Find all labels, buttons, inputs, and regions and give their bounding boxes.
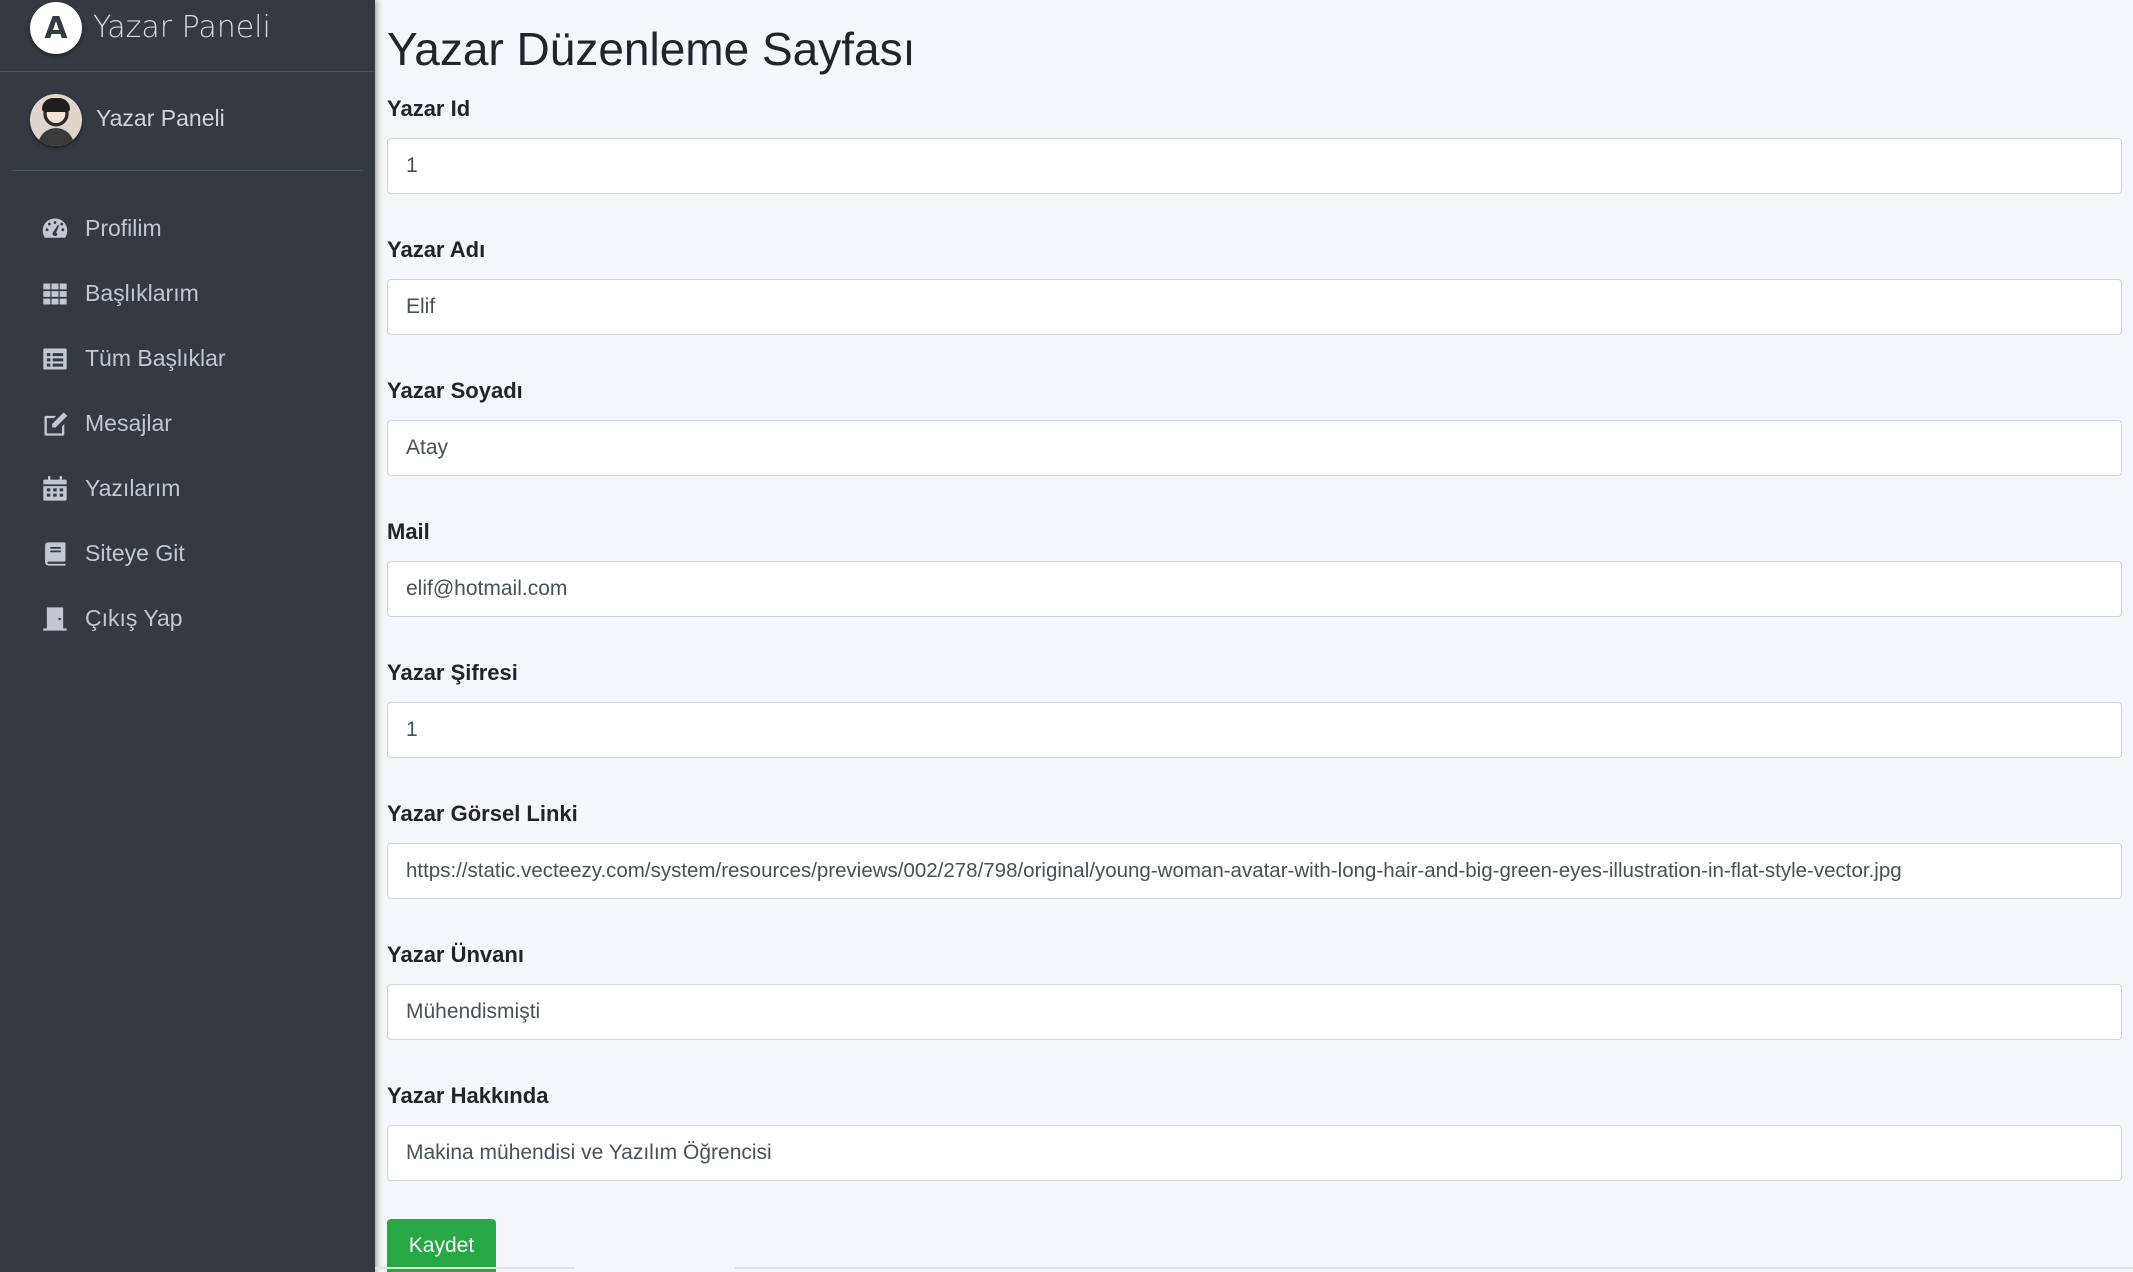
page: A Yazar Paneli Yazar Paneli Profilim Baş…: [0, 0, 2133, 1272]
mail-input[interactable]: [387, 561, 2122, 617]
grid-icon: [40, 279, 70, 309]
book-icon: [40, 539, 70, 569]
list-icon: [40, 344, 70, 374]
sidebar-item-basliklarim[interactable]: Başlıklarım: [0, 261, 375, 326]
calendar-icon: [40, 474, 70, 504]
sidebar-item-yazilarim[interactable]: Yazılarım: [0, 456, 375, 521]
edit-icon: [40, 409, 70, 439]
field-label: Yazar Soyadı: [387, 378, 523, 403]
sidebar-item-label: Tüm Başlıklar: [85, 345, 226, 371]
user-panel: Yazar Paneli: [12, 72, 363, 171]
sidebar-item-label: Başlıklarım: [85, 280, 199, 306]
field-label: Yazar Görsel Linki: [387, 801, 578, 826]
divider: [375, 1267, 575, 1269]
field-mail: Mail: [387, 519, 2122, 617]
sidebar-item-profilim[interactable]: Profilim: [0, 196, 375, 261]
tachometer-icon: [40, 214, 70, 244]
field-label: Yazar Ünvanı: [387, 942, 524, 967]
brand-logo: A: [30, 2, 82, 54]
sidebar-item-siteye-git[interactable]: Siteye Git: [0, 521, 375, 586]
brand-link[interactable]: A Yazar Paneli: [0, 0, 375, 72]
divider: [735, 1267, 2133, 1269]
save-button[interactable]: Kaydet: [387, 1219, 496, 1272]
brand-logo-letter: A: [44, 10, 68, 46]
field-label: Mail: [387, 519, 430, 544]
field-yazar-gorsel-linki: Yazar Görsel Linki: [387, 801, 2122, 899]
yazar-gorsel-linki-input[interactable]: [387, 843, 2122, 899]
sidebar-nav: Profilim Başlıklarım Tüm Başlıklar Mesaj…: [0, 196, 375, 651]
sidebar-item-label: Mesajlar: [85, 410, 172, 436]
main-content: Yazar Düzenleme Sayfası Yazar Id Yazar A…: [375, 0, 2133, 1272]
field-yazar-adi: Yazar Adı: [387, 237, 2122, 335]
yazar-sifresi-input[interactable]: [387, 702, 2122, 758]
yazar-soyadi-input[interactable]: [387, 420, 2122, 476]
yazar-unvani-input[interactable]: [387, 984, 2122, 1040]
brand-title: Yazar Paneli: [93, 10, 271, 45]
field-label: Yazar Adı: [387, 237, 486, 262]
yazar-hakkinda-input[interactable]: [387, 1125, 2122, 1181]
field-yazar-sifresi: Yazar Şifresi: [387, 660, 2122, 758]
field-yazar-hakkinda: Yazar Hakkında: [387, 1083, 2122, 1181]
field-yazar-soyadi: Yazar Soyadı: [387, 378, 2122, 476]
sidebar-item-tum-basliklar[interactable]: Tüm Başlıklar: [0, 326, 375, 391]
field-yazar-unvani: Yazar Ünvanı: [387, 942, 2122, 1040]
yazar-id-input[interactable]: [387, 138, 2122, 194]
sidebar-item-cikis-yap[interactable]: Çıkış Yap: [0, 586, 375, 651]
field-label: Yazar Hakkında: [387, 1083, 549, 1108]
page-title: Yazar Düzenleme Sayfası: [387, 23, 916, 75]
avatar[interactable]: [30, 94, 82, 146]
sidebar-item-label: Profilim: [85, 215, 162, 241]
sidebar-item-mesajlar[interactable]: Mesajlar: [0, 391, 375, 456]
sidebar-item-label: Çıkış Yap: [85, 605, 183, 631]
user-name[interactable]: Yazar Paneli: [96, 105, 225, 132]
door-icon: [40, 604, 70, 634]
yazar-adi-input[interactable]: [387, 279, 2122, 335]
field-label: Yazar Id: [387, 96, 471, 121]
sidebar-item-label: Siteye Git: [85, 540, 185, 566]
field-yazar-id: Yazar Id: [387, 96, 2122, 194]
field-label: Yazar Şifresi: [387, 660, 518, 685]
sidebar: A Yazar Paneli Yazar Paneli Profilim Baş…: [0, 0, 375, 1272]
sidebar-item-label: Yazılarım: [85, 475, 181, 501]
